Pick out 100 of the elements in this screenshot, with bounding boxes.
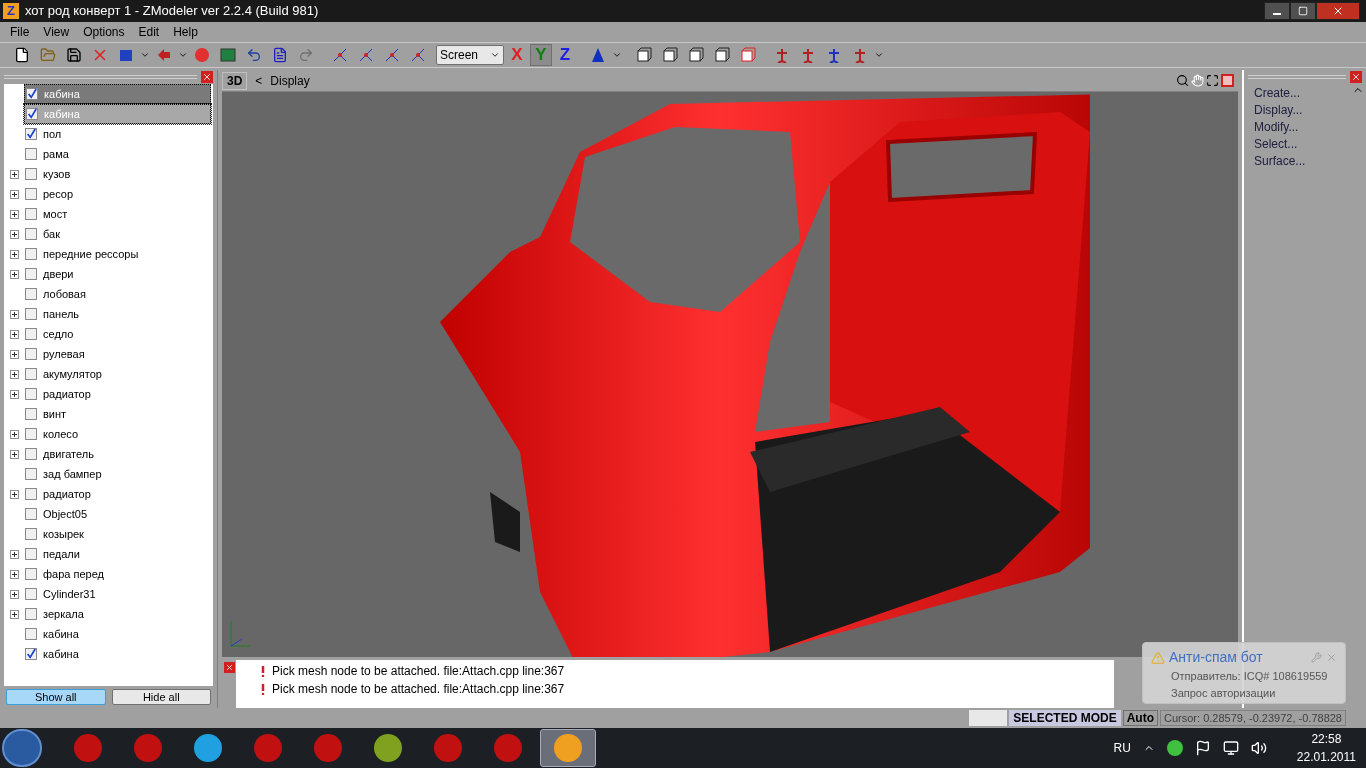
tree-item[interactable]: кузов (24, 164, 211, 184)
show-all-button[interactable]: Show all (6, 689, 106, 705)
checkbox[interactable] (25, 328, 37, 340)
tree-item[interactable]: Object05 (24, 504, 211, 524)
network-icon[interactable] (1222, 740, 1239, 756)
expand-icon[interactable] (9, 349, 19, 359)
tree-item[interactable]: кабина (24, 624, 211, 644)
close-icon[interactable] (1350, 71, 1362, 83)
flag-icon[interactable] (1194, 740, 1211, 756)
expand-icon[interactable] (9, 449, 19, 459)
checkbox[interactable] (25, 468, 37, 480)
expand-icon[interactable] (9, 309, 19, 319)
expand-icon[interactable] (9, 189, 19, 199)
tree-item[interactable]: акумулятор (24, 364, 211, 384)
expand-icon[interactable] (9, 329, 19, 339)
expand-icon[interactable] (9, 429, 19, 439)
tree-item[interactable]: лобовая (24, 284, 211, 304)
expand-icon[interactable] (9, 549, 19, 559)
checkbox[interactable] (25, 508, 37, 520)
menu-item[interactable]: View (37, 23, 76, 41)
checkbox[interactable] (25, 308, 37, 320)
checkbox[interactable] (25, 348, 37, 360)
tree-item[interactable]: зеркала (24, 604, 211, 624)
checkbox[interactable] (26, 108, 38, 120)
tree-item[interactable]: зад бампер (24, 464, 211, 484)
tree-item[interactable]: радиатор (24, 384, 211, 404)
start-button[interactable] (2, 729, 42, 767)
checkbox[interactable] (25, 268, 37, 280)
checkbox[interactable] (25, 208, 37, 220)
expand-icon[interactable] (9, 369, 19, 379)
checkbox[interactable] (25, 128, 37, 140)
tree-item[interactable]: козырек (24, 524, 211, 544)
tree-item[interactable]: ресор (24, 184, 211, 204)
tree-item[interactable]: передние рессоры (24, 244, 211, 264)
maximize-view-icon[interactable] (1221, 74, 1234, 87)
maximize-button[interactable] (1290, 2, 1316, 20)
checkbox[interactable] (25, 548, 37, 560)
expand-icon[interactable] (9, 609, 19, 619)
command-link[interactable]: Modify... (1254, 118, 1352, 135)
checkbox[interactable] (25, 248, 37, 260)
tree-item[interactable]: седло (24, 324, 211, 344)
checkbox[interactable] (25, 368, 37, 380)
expand-icon[interactable] (9, 389, 19, 399)
checkbox[interactable] (25, 488, 37, 500)
close-icon[interactable] (201, 71, 213, 83)
checkbox[interactable] (25, 588, 37, 600)
caret-icon[interactable] (178, 50, 188, 60)
back-button[interactable]: < (251, 71, 267, 90)
tree-item[interactable]: фара перед (24, 564, 211, 584)
tree-item[interactable]: кабина (24, 644, 211, 664)
caret-icon[interactable] (140, 50, 150, 60)
close-icon[interactable] (223, 662, 235, 673)
caret-icon[interactable] (612, 50, 622, 60)
expand-icon[interactable] (9, 249, 19, 259)
tree-item[interactable]: бак (24, 224, 211, 244)
checkbox[interactable] (25, 448, 37, 460)
hide-all-button[interactable]: Hide all (111, 689, 211, 705)
menu-item[interactable]: Edit (132, 23, 166, 41)
checkbox[interactable] (25, 648, 37, 660)
expand-icon[interactable] (9, 169, 19, 179)
tree-item[interactable]: винт (24, 404, 211, 424)
checkbox[interactable] (25, 628, 37, 640)
checkbox[interactable] (25, 388, 37, 400)
expand-icon[interactable] (9, 229, 19, 239)
command-link[interactable]: Surface... (1254, 152, 1352, 169)
caret-icon[interactable] (490, 50, 500, 60)
expand-icon[interactable] (9, 209, 19, 219)
tray-app-icon[interactable] (1166, 740, 1183, 756)
tree-item[interactable]: колесо (24, 424, 211, 444)
menu-item[interactable]: Options (77, 23, 131, 41)
command-link[interactable]: Select... (1254, 135, 1352, 152)
tree-item[interactable]: панель (24, 304, 211, 324)
checkbox[interactable] (25, 148, 37, 160)
fit-icon[interactable] (1206, 74, 1219, 87)
command-link[interactable]: Create... (1254, 84, 1352, 101)
checkbox[interactable] (25, 568, 37, 580)
menu-item[interactable]: File (4, 23, 36, 41)
expand-icon[interactable] (9, 269, 19, 279)
checkbox[interactable] (25, 408, 37, 420)
checkbox[interactable] (25, 228, 37, 240)
clock-date[interactable]: 22.01.2011 (1296, 748, 1356, 766)
tree-item[interactable]: двигатель (24, 444, 211, 464)
tree-item[interactable]: рулевая (24, 344, 211, 364)
coordinate-dropdown[interactable]: Screen (436, 45, 504, 65)
checkbox[interactable] (25, 608, 37, 620)
tree-item[interactable]: мост (24, 204, 211, 224)
caret-icon[interactable] (874, 50, 884, 60)
tree-item[interactable]: пол (24, 124, 211, 144)
volume-icon[interactable] (1250, 740, 1267, 756)
checkbox[interactable] (25, 188, 37, 200)
tree-item[interactable]: кабина (24, 84, 211, 104)
checkbox[interactable] (25, 168, 37, 180)
command-link[interactable]: Display... (1254, 101, 1352, 118)
expand-icon[interactable] (9, 589, 19, 599)
language-indicator[interactable]: RU (1113, 739, 1131, 757)
checkbox[interactable] (25, 528, 37, 540)
zoom-icon[interactable] (1176, 74, 1189, 87)
tree-item[interactable]: рама (24, 144, 211, 164)
view-mode-label[interactable]: 3D (222, 71, 248, 90)
tree-item[interactable]: педали (24, 544, 211, 564)
